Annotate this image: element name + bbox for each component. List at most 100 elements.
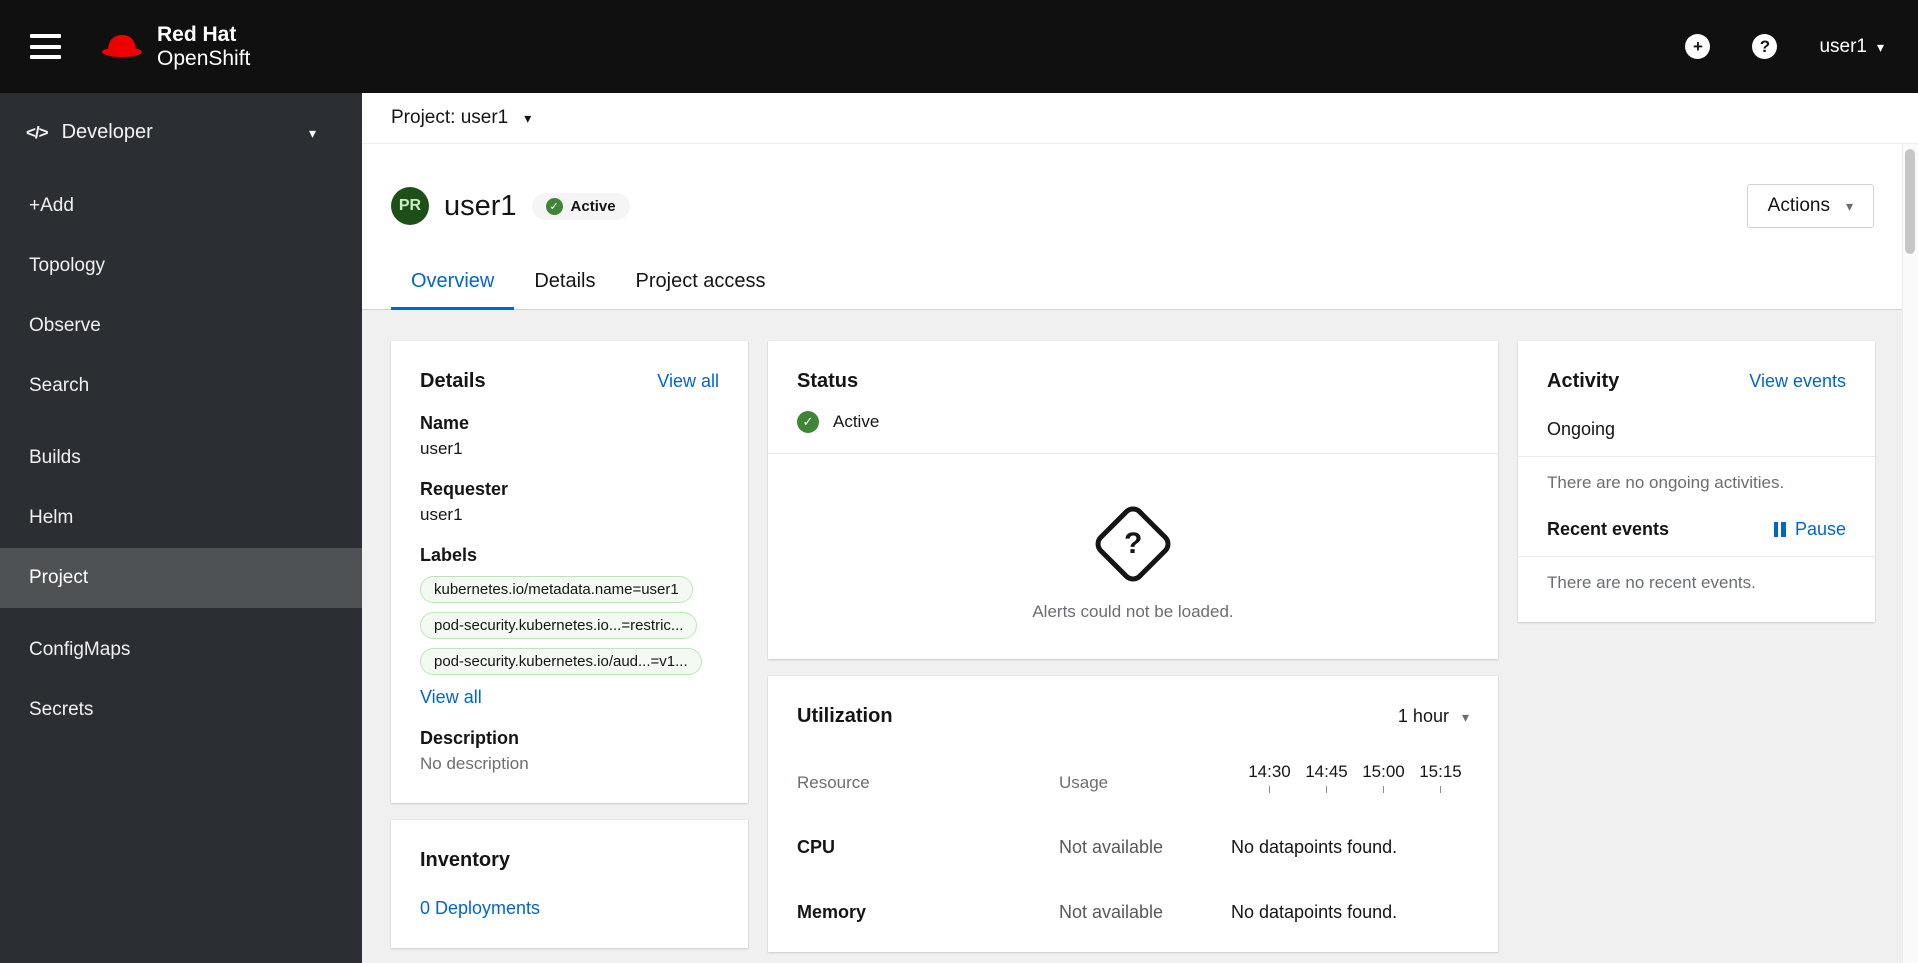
name-label: Name <box>420 413 470 433</box>
utilization-row-cpu: CPU Not available No datapoints found. <box>797 837 1469 858</box>
perspective-switcher[interactable]: </> Developer ▾ <box>0 93 362 166</box>
status-badge-label: Active <box>570 197 616 215</box>
perspective-label: Developer <box>61 121 153 143</box>
resource-name: Memory <box>797 902 867 922</box>
actions-dropdown-button[interactable]: Actions ▾ <box>1746 184 1874 228</box>
time-tick: 14:30 <box>1241 762 1298 793</box>
status-badge: ✓ Active <box>531 192 630 220</box>
sidebar-item-search[interactable]: Search <box>0 356 362 416</box>
ongoing-title: Ongoing <box>1547 419 1616 439</box>
brand-line1: Red Hat <box>157 22 237 46</box>
recent-events-row: Recent events Pause <box>1547 519 1846 540</box>
details-card: Details View all Name user1 Requester us… <box>391 341 748 803</box>
project-selector[interactable]: Project: user1 ▾ <box>362 93 1918 144</box>
details-view-all-link[interactable]: View all <box>657 371 719 392</box>
sidebar-item-helm[interactable]: Helm <box>0 488 362 548</box>
label-chip: pod-security.kubernetes.io...=restric... <box>420 612 698 639</box>
duration-dropdown[interactable]: 1 hour ▾ <box>1398 706 1469 727</box>
time-tick: 14:45 <box>1298 762 1355 793</box>
app-root: Red Hat OpenShift + ? user1 ▾ </> Develo… <box>0 0 1918 963</box>
code-icon: </> <box>26 122 49 142</box>
project-selector-label: Project: user1 <box>391 107 509 128</box>
labels-view-all-link[interactable]: View all <box>420 687 482 708</box>
user-menu-label: user1 <box>1819 35 1867 57</box>
inventory-card: Inventory 0 Deployments <box>391 820 748 948</box>
deployments-link[interactable]: 0 Deployments <box>420 898 540 918</box>
masthead: Red Hat OpenShift + ? user1 ▾ <box>0 0 1918 93</box>
sidebar-nav: </> Developer ▾ +Add Topology Observe Se… <box>0 93 362 963</box>
details-card-title: Details <box>420 370 486 392</box>
col-usage: Usage <box>1059 773 1109 792</box>
sidebar-item-secrets[interactable]: Secrets <box>0 680 362 740</box>
unknown-wrap: ? <box>1090 501 1176 587</box>
resource-usage: Not available <box>1059 902 1164 922</box>
scrollbar-track[interactable] <box>1902 144 1918 963</box>
tabs: Overview Details Project access <box>362 258 1918 310</box>
sidebar-item-topology[interactable]: Topology <box>0 236 362 296</box>
nav-section-1: +Add Topology Observe Search <box>0 176 362 416</box>
inventory-card-title: Inventory <box>420 849 511 871</box>
resource-usage: Not available <box>1059 837 1164 857</box>
page-title: user1 <box>444 189 517 222</box>
alerts-message: Alerts could not be loaded. <box>1032 602 1234 621</box>
status-card: Status ✓ Active ? Alerts could not be lo… <box>768 341 1498 659</box>
divider <box>1518 456 1875 457</box>
chevron-down-icon: ▾ <box>1461 708 1469 725</box>
description-label: Description <box>420 728 520 748</box>
description-value: No description <box>420 754 529 773</box>
view-events-link[interactable]: View events <box>1749 371 1846 392</box>
page-header: PR user1 ✓ Active Actions ▾ <box>362 144 1918 258</box>
sidebar-item-builds[interactable]: Builds <box>0 428 362 488</box>
nav-toggle-button[interactable] <box>30 34 61 59</box>
chevron-down-icon: ▾ <box>1876 38 1884 55</box>
sidebar-item-add[interactable]: +Add <box>0 176 362 236</box>
unknown-status-icon: ? <box>1090 501 1176 587</box>
scrollbar-thumb[interactable] <box>1905 149 1915 254</box>
labels-list: kubernetes.io/metadata.name=user1 pod-se… <box>420 576 719 675</box>
actions-label: Actions <box>1767 195 1830 216</box>
chevron-down-icon: ▾ <box>308 124 316 141</box>
redhat-openshift-logo: Red Hat OpenShift <box>99 23 250 70</box>
utilization-card-title: Utilization <box>797 705 893 727</box>
check-circle-icon: ✓ <box>797 411 819 433</box>
pause-button[interactable]: Pause <box>1773 519 1846 540</box>
name-value: user1 <box>420 439 463 458</box>
help-icon[interactable]: ? <box>1752 34 1778 59</box>
chevron-down-icon: ▾ <box>524 110 532 126</box>
nav-section-3: ConfigMaps Secrets <box>0 620 362 740</box>
activity-card-title: Activity <box>1547 370 1620 392</box>
add-icon[interactable]: + <box>1685 34 1711 59</box>
tab-project-access[interactable]: Project access <box>616 258 786 309</box>
divider <box>1518 556 1875 557</box>
utilization-row-memory: Memory Not available No datapoints found… <box>797 902 1469 923</box>
check-circle-icon: ✓ <box>545 197 563 215</box>
brand-line2: OpenShift <box>157 46 251 70</box>
sidebar-item-observe[interactable]: Observe <box>0 296 362 356</box>
time-axis: 14:30 14:45 15:00 15:15 <box>1231 762 1469 793</box>
utilization-card: Utilization 1 hour ▾ Resource Usage 14:3… <box>768 676 1498 952</box>
user-menu[interactable]: user1 ▾ <box>1819 36 1884 58</box>
ongoing-empty-text: There are no ongoing activities. <box>1547 473 1785 492</box>
project-resource-badge: PR <box>391 187 429 225</box>
alerts-empty-state: ? Alerts could not be loaded. <box>797 454 1469 630</box>
recent-empty-text: There are no recent events. <box>1547 573 1756 592</box>
sidebar-item-configmaps[interactable]: ConfigMaps <box>0 620 362 680</box>
utilization-header-row: Resource Usage 14:30 14:45 15:00 15:15 <box>797 762 1469 793</box>
recent-events-title: Recent events <box>1547 519 1670 539</box>
sidebar-item-project[interactable]: Project <box>0 548 362 608</box>
activity-card: Activity View events Ongoing There are n… <box>1518 341 1875 622</box>
resource-data: No datapoints found. <box>1231 902 1398 922</box>
col-resource: Resource <box>797 773 870 792</box>
status-value: Active <box>833 412 880 431</box>
labels-label: Labels <box>420 545 478 565</box>
masthead-toolbar: + ? user1 ▾ <box>1685 34 1888 59</box>
status-row: ✓ Active <box>797 411 1469 433</box>
tab-overview[interactable]: Overview <box>391 258 515 310</box>
redhat-fedora-icon <box>102 34 142 57</box>
title-row: PR user1 ✓ Active Actions ▾ <box>391 184 1874 228</box>
brand-text: Red Hat OpenShift <box>157 23 250 70</box>
label-chip: kubernetes.io/metadata.name=user1 <box>420 576 693 603</box>
tab-details[interactable]: Details <box>514 258 615 309</box>
main-area: Project: user1 ▾ PR user1 ✓ Active Actio… <box>362 93 1918 963</box>
status-card-title: Status <box>797 370 859 392</box>
